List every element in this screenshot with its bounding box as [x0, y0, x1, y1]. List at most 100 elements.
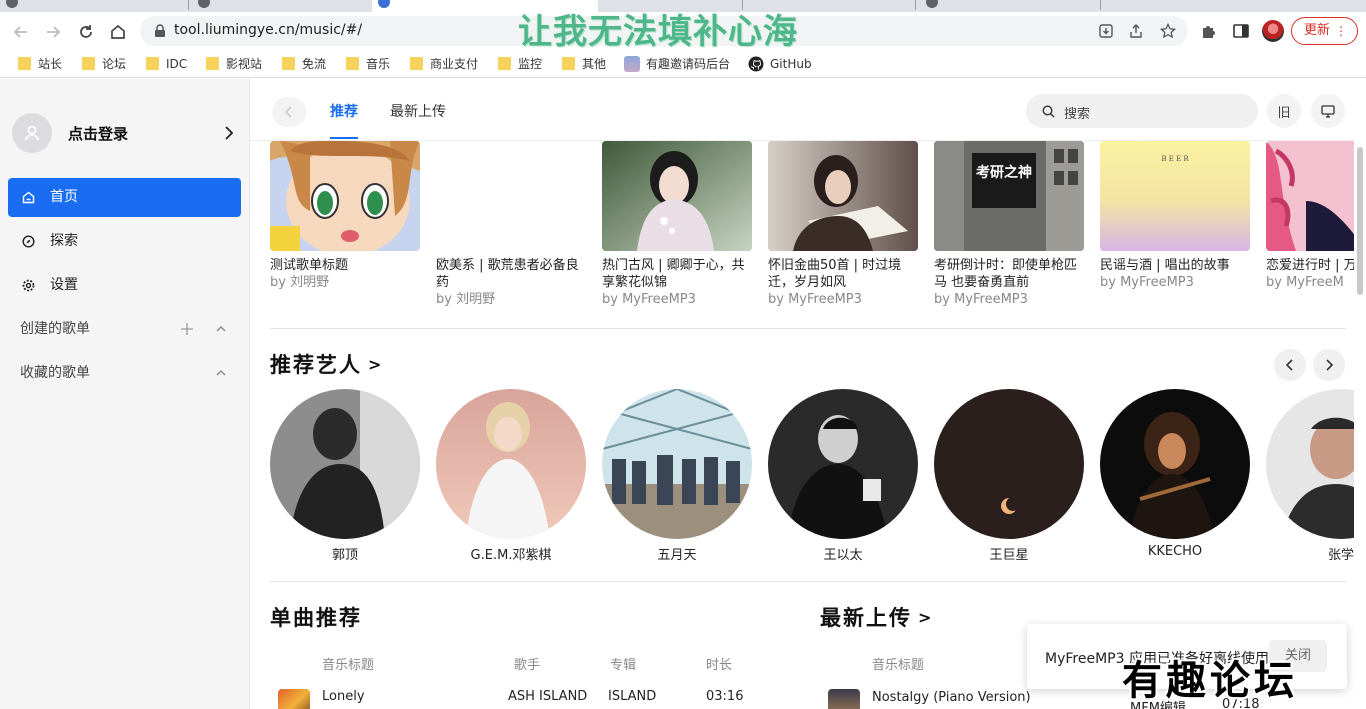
artist-photo-graphic — [436, 389, 586, 539]
extensions-puzzle-icon[interactable] — [1200, 22, 1218, 40]
bookmark-folder[interactable]: 监控 — [496, 55, 542, 73]
profile-avatar[interactable] — [1262, 20, 1284, 42]
scrollbar-thumb[interactable] — [1357, 147, 1363, 295]
playlist-cover: 考研之神 — [934, 141, 1084, 251]
artist-photo-graphic — [1266, 389, 1366, 539]
search-input[interactable]: 搜索 — [1026, 94, 1258, 128]
playlist-cover: B E E R — [1100, 141, 1250, 251]
artist-card[interactable]: 郭顶 — [270, 389, 420, 563]
desktop-mode-button[interactable] — [1311, 94, 1345, 128]
playlist-card[interactable]: B E E R 民谣与酒 | 唱出的故事 by MyFreeMP3 — [1100, 141, 1250, 292]
artist-photo — [602, 389, 752, 539]
bookmark-folder[interactable]: 站长 — [16, 55, 62, 73]
sidebar-item-home[interactable]: 首页 — [8, 178, 241, 217]
bookmark-github[interactable]: GitHub — [748, 55, 812, 73]
reload-button[interactable] — [73, 19, 99, 45]
artist-name: G.E.M.邓紫棋 — [470, 548, 552, 563]
chevron-left-icon — [284, 106, 292, 118]
artist-name: 张学 — [1327, 548, 1354, 563]
song-album[interactable]: ISLAND — [608, 689, 656, 704]
github-icon — [748, 56, 764, 72]
artist-card[interactable]: KKECHO — [1100, 389, 1250, 559]
chevron-up-icon[interactable] — [215, 367, 227, 379]
login-entry[interactable]: 点击登录 — [12, 113, 240, 155]
browser-tab[interactable] — [920, 0, 1095, 12]
share-icon[interactable] — [1128, 23, 1144, 39]
browser-tab[interactable] — [192, 0, 367, 12]
artists-prev-button[interactable] — [1274, 349, 1306, 381]
old-version-button[interactable]: 旧 — [1267, 94, 1301, 128]
browser-tab[interactable] — [0, 0, 185, 12]
created-playlists-header[interactable]: 创建的歌单 — [20, 319, 240, 339]
back-button[interactable] — [8, 19, 34, 45]
tab-latest-uploads[interactable]: 最新上传 — [390, 101, 446, 121]
song-title[interactable]: Nostalgy (Piano Version) — [872, 690, 1031, 705]
tab-favicon-icon — [378, 0, 390, 8]
home-button[interactable] — [105, 19, 131, 45]
artist-card[interactable]: 五月天 — [602, 389, 752, 563]
overlay-lyric-watermark: 让我无法填补心海 — [518, 12, 798, 52]
arrow-right-icon — [47, 26, 61, 38]
artist-card[interactable]: 王以太 — [768, 389, 918, 563]
forward-button[interactable] — [40, 19, 66, 45]
playlist-card[interactable]: 怀旧金曲50首 | 时过境迁，岁月如风 by MyFreeMP3 — [768, 141, 918, 309]
bookmark-folder[interactable]: 商业支付 — [408, 55, 478, 73]
songs-section-title: 单曲推荐 — [270, 606, 362, 630]
artist-name: 郭顶 — [331, 548, 358, 563]
artist-card[interactable]: 张学 — [1266, 389, 1366, 563]
bookmark-folder[interactable]: 音乐 — [344, 55, 390, 73]
side-panel-icon[interactable] — [1232, 22, 1250, 40]
artists-next-button[interactable] — [1313, 349, 1345, 381]
artist-row: 郭顶 G.E.M.邓紫棋 五月天 王以太 王巨星 KKECHO 张学 — [270, 389, 1366, 569]
column-header-title[interactable]: 音乐标题 — [872, 654, 924, 673]
install-app-icon[interactable] — [1098, 23, 1114, 39]
playlist-card[interactable]: 热门古风 | 卿卿于心，共享繁花似锦 by MyFreeMP3 — [602, 141, 752, 309]
playlist-card[interactable]: 考研之神 考研倒计时：即使单枪匹马 也要奋勇直前 by MyFreeMP3 — [934, 141, 1084, 309]
bookmark-folder[interactable]: IDC — [144, 55, 187, 73]
playlist-author: by 刘明野 — [270, 275, 330, 290]
home-icon — [111, 24, 125, 39]
plus-icon[interactable] — [180, 322, 194, 336]
bookmark-folder[interactable]: 其他 — [560, 55, 606, 73]
song-cover-thumb — [828, 689, 860, 709]
sidebar-item-settings[interactable]: 设置 — [8, 266, 241, 305]
latest-section-title[interactable]: 最新上传 > — [820, 602, 933, 632]
folder-icon — [346, 57, 359, 70]
artist-photo-graphic — [1100, 389, 1250, 539]
artist-photo-graphic — [934, 389, 1084, 539]
playlist-card[interactable]: 恋爱进行时 | 万种可能 by MyFreeM — [1266, 141, 1366, 292]
artist-name: 王巨星 — [989, 548, 1029, 563]
favorite-playlists-header[interactable]: 收藏的歌单 — [20, 363, 240, 383]
artist-card[interactable]: G.E.M.邓紫棋 — [436, 389, 586, 563]
artist-name: 五月天 — [657, 548, 697, 563]
column-header-title[interactable]: 音乐标题 — [322, 654, 374, 673]
column-header-album[interactable]: 专辑 — [610, 654, 636, 673]
kebab-menu-icon: ⋮ — [1335, 24, 1347, 38]
artists-section-title[interactable]: 推荐艺人 > — [270, 349, 383, 379]
playlist-card[interactable]: 欧美系 | 歌荒患者必备良药 by 刘明野 — [436, 141, 586, 309]
song-singer[interactable]: ASH ISLAND — [508, 689, 587, 704]
star-icon[interactable] — [1160, 23, 1176, 39]
update-button[interactable]: 更新 ⋮ — [1291, 17, 1358, 45]
nav-back-button[interactable] — [272, 97, 306, 127]
playlist-card[interactable]: 测试歌单标题 by 刘明野 — [270, 141, 420, 292]
artist-card[interactable]: 王巨星 — [934, 389, 1084, 563]
scrollbar[interactable] — [1354, 79, 1366, 709]
sidebar-item-explore[interactable]: 探索 — [8, 222, 241, 261]
active-tab-indicator — [330, 137, 358, 139]
column-header-singer[interactable]: 歌手 — [514, 654, 540, 673]
chevron-up-icon[interactable] — [215, 323, 227, 335]
sidebar: 点击登录 首页 探索 设置 创建的歌单 收藏的歌单 — [0, 79, 250, 709]
bookmark-folder[interactable]: 影视站 — [204, 55, 262, 73]
artist-photo-graphic — [270, 389, 420, 539]
song-title[interactable]: Lonely — [322, 689, 365, 704]
section-divider — [270, 581, 1346, 582]
folder-icon — [18, 57, 31, 70]
playlist-name: 民谣与酒 | 唱出的故事 — [1100, 258, 1230, 273]
column-header-duration[interactable]: 时长 — [706, 654, 732, 673]
favorite-playlists-label: 收藏的歌单 — [20, 365, 90, 381]
bookmark-folder[interactable]: 免流 — [280, 55, 326, 73]
bookmark-link[interactable]: 有趣邀请码后台 — [624, 55, 730, 73]
tab-recommend[interactable]: 推荐 — [330, 101, 358, 121]
bookmark-folder[interactable]: 论坛 — [80, 55, 126, 73]
